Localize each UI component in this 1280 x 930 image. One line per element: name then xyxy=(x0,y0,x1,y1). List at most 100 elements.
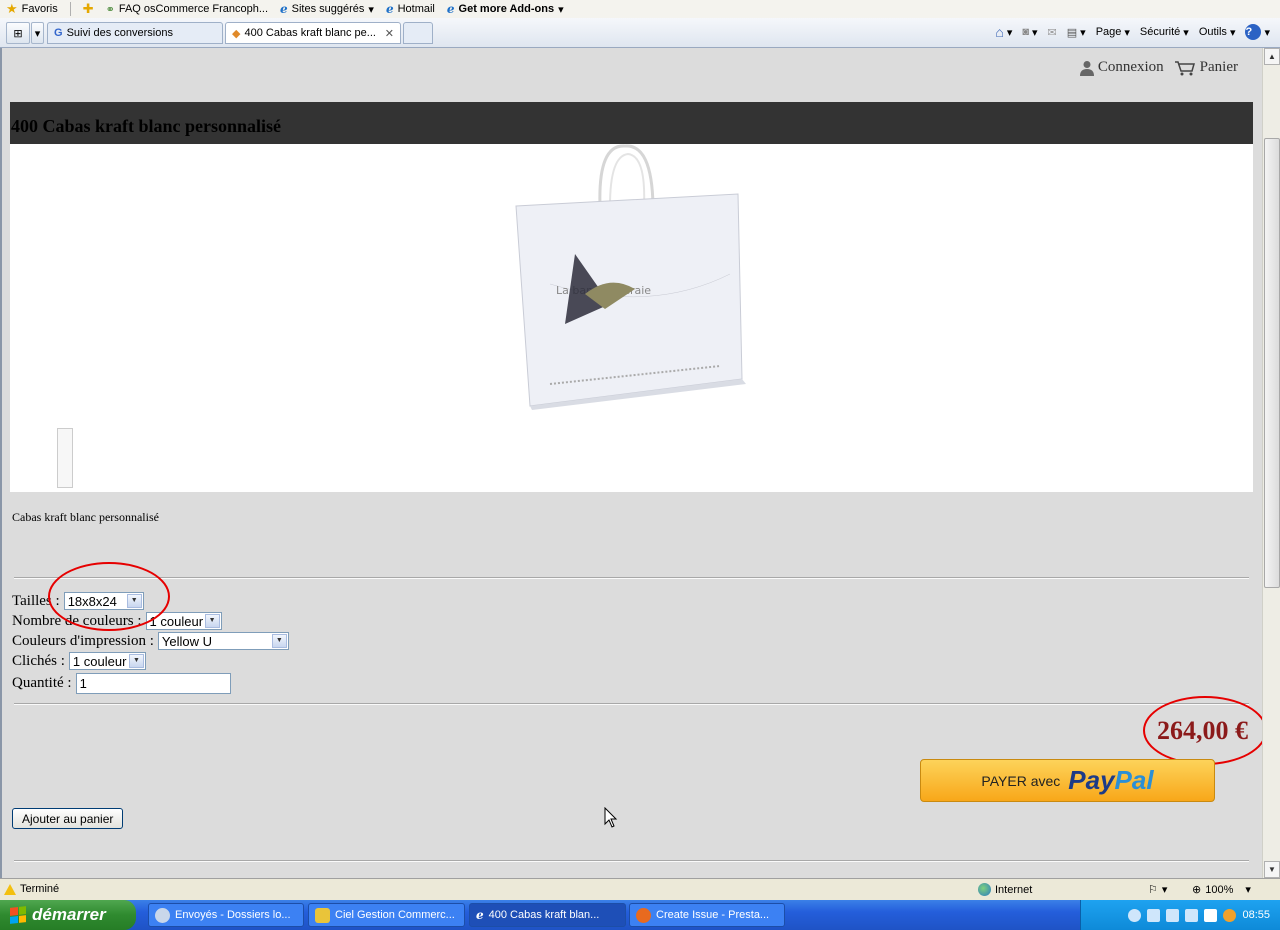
home-button[interactable]: ⌂ ▾ xyxy=(995,24,1012,40)
favorite-get-more-addons[interactable]: e Get more Add-ons ▾ xyxy=(447,2,564,16)
tab-list-button[interactable]: ▾ xyxy=(31,22,44,44)
product-image-area: La bambouseraie xyxy=(10,144,1253,492)
tray-update-icon[interactable] xyxy=(1223,908,1237,922)
rss-icon: ◙ xyxy=(1022,26,1029,38)
favoris-button[interactable]: ★ Favoris xyxy=(6,1,58,17)
tab-bar: ⊞ ▾ G Suivi des conversions ◆ 400 Cabas … xyxy=(0,18,1280,48)
tab-label: 400 Cabas kraft blanc pe... xyxy=(244,27,376,39)
ie-icon: e xyxy=(385,2,394,16)
task-ciel-gestion[interactable]: Ciel Gestion Commerc... xyxy=(308,903,465,927)
task-label: 400 Cabas kraft blan... xyxy=(488,909,600,921)
cart-icon xyxy=(1174,60,1195,75)
favorite-faq-oscommerce[interactable]: ⚭ FAQ osCommerce Francoph... xyxy=(106,3,268,16)
scroll-up-button[interactable]: ▲ xyxy=(1264,48,1280,65)
quantite-input[interactable]: 1 xyxy=(75,672,231,694)
favorite-sites-suggeres[interactable]: e Sites suggérés ▾ xyxy=(280,2,374,16)
mail-button[interactable]: ✉ xyxy=(1048,26,1057,39)
product-description: Cabas kraft blanc personnalisé xyxy=(12,510,159,524)
task-label: Ciel Gestion Commerc... xyxy=(335,909,455,921)
top-links: Connexion Panier xyxy=(1079,59,1238,76)
feeds-button[interactable]: ◙ ▾ xyxy=(1022,26,1037,39)
tab-cabas-kraft[interactable]: ◆ 400 Cabas kraft blanc pe... ✕ xyxy=(225,22,401,44)
favorite-label: FAQ osCommerce Francoph... xyxy=(118,3,269,15)
command-bar: ⌂ ▾ ◙ ▾ ✉ ▤ ▾ Page ▾ Sécurité ▾ Outils ▾… xyxy=(995,24,1270,40)
chevron-down-icon: ▼ xyxy=(128,654,144,668)
securite-menu[interactable]: Sécurité ▾ xyxy=(1140,26,1189,39)
chevron-down-icon: ▾ xyxy=(368,3,374,16)
paypal-logo: PayPal xyxy=(1068,765,1153,796)
close-tab-icon[interactable]: ✕ xyxy=(385,27,394,40)
scrollbar-thumb[interactable] xyxy=(1264,138,1280,588)
couleurs-impression-value: Yellow U xyxy=(161,633,212,649)
outils-menu-label: Outils xyxy=(1198,26,1227,38)
product-image[interactable]: La bambouseraie xyxy=(510,144,750,414)
page-menu-label: Page xyxy=(1095,26,1122,38)
page-menu[interactable]: Page ▾ xyxy=(1096,26,1130,39)
add-to-cart-button[interactable]: Ajouter au panier xyxy=(12,808,124,829)
clock[interactable]: 08:55 xyxy=(1242,909,1270,921)
taskbar: démarrer Envoyés - Dossiers lo... Ciel G… xyxy=(0,900,1280,930)
paypal-prefix: PAYER avec xyxy=(981,772,1061,789)
ciel-app-icon xyxy=(315,907,330,923)
couleurs-impression-select[interactable]: Yellow U ▼ xyxy=(157,632,289,650)
status-text: Terminé xyxy=(4,883,59,895)
shield-icon: ⚐ xyxy=(1148,884,1158,896)
star-icon: ★ xyxy=(6,1,18,16)
print-button[interactable]: ▤ ▾ xyxy=(1067,26,1086,39)
paypal-button[interactable]: PAYER avec PayPal xyxy=(920,759,1215,802)
tray-expand-icon[interactable] xyxy=(1128,908,1142,922)
favorites-bar: ★ Favoris ✚ ⚭ FAQ osCommerce Francoph...… xyxy=(0,0,1280,18)
tray-m-icon[interactable] xyxy=(1204,908,1218,922)
new-tab-button[interactable] xyxy=(403,22,433,44)
cliches-select[interactable]: 1 couleur ▼ xyxy=(68,652,146,670)
quick-tabs-button[interactable]: ⊞ xyxy=(6,22,30,44)
help-icon: ? xyxy=(1245,24,1262,40)
add-favorite-icon: ✚ xyxy=(82,1,94,16)
security-zone[interactable]: Internet xyxy=(978,883,1032,896)
start-button[interactable]: démarrer xyxy=(0,900,136,930)
favorite-label: Hotmail xyxy=(397,3,435,15)
panier-link[interactable]: Panier xyxy=(1174,59,1238,76)
home-icon: ⌂ xyxy=(995,24,1004,40)
task-envoyes[interactable]: Envoyés - Dossiers lo... xyxy=(148,903,304,927)
task-create-issue[interactable]: Create Issue - Presta... xyxy=(629,903,785,927)
securite-menu-label: Sécurité xyxy=(1139,26,1181,38)
firefox-icon xyxy=(636,907,651,923)
option-couleurs-impression: Couleurs d'impression : Yellow U ▼ xyxy=(12,631,289,651)
chevron-down-icon: ▼ xyxy=(271,634,287,648)
ie-icon: e xyxy=(476,908,484,922)
ie-icon: e xyxy=(280,2,288,16)
chevron-down-icon: ▾ xyxy=(558,3,564,16)
product-title: 400 Cabas kraft blanc personnalisé xyxy=(11,116,282,136)
product-thumbnail[interactable] xyxy=(57,428,73,488)
favorite-label: Get more Add-ons xyxy=(458,3,555,15)
outils-menu[interactable]: Outils ▾ xyxy=(1199,26,1236,39)
mail-app-icon xyxy=(155,907,170,923)
option-cliches: Clichés : 1 couleur ▼ xyxy=(12,651,289,671)
divider xyxy=(14,703,1249,705)
annotation-circle xyxy=(1143,696,1267,765)
add-favorite-button[interactable]: ✚ xyxy=(83,1,94,17)
tray-app-icon[interactable] xyxy=(1185,908,1199,922)
tray-monitor-icon[interactable] xyxy=(1166,908,1180,922)
favorite-hotmail[interactable]: e Hotmail xyxy=(386,2,435,16)
chevron-down-icon: ▾ xyxy=(1245,884,1251,896)
user-icon xyxy=(1079,60,1094,76)
status-bar: Terminé Internet ⚐ ▾ ⊕ 100% ▾ xyxy=(0,878,1280,900)
ie-icon: e xyxy=(446,2,455,16)
scroll-down-button[interactable]: ▼ xyxy=(1264,861,1280,878)
protected-mode-button[interactable]: ⚐ ▾ xyxy=(1148,883,1167,896)
favorite-label: Sites suggérés xyxy=(291,3,365,15)
couleurs-impression-label: Couleurs d'impression : xyxy=(12,632,154,649)
printer-icon: ▤ xyxy=(1066,26,1078,39)
help-button[interactable]: ? ▾ xyxy=(1245,24,1270,40)
status-label: Terminé xyxy=(20,883,60,895)
connexion-link[interactable]: Connexion xyxy=(1079,59,1164,76)
vertical-scrollbar[interactable]: ▲ ▼ xyxy=(1262,48,1280,878)
zoom-button[interactable]: ⊕ 100% ▾ xyxy=(1192,883,1251,897)
task-cabas-kraft[interactable]: e 400 Cabas kraft blan... xyxy=(469,903,626,927)
link-icon: ⚭ xyxy=(105,3,115,16)
task-label: Create Issue - Presta... xyxy=(656,909,770,921)
tab-suivi-conversions[interactable]: G Suivi des conversions xyxy=(47,22,223,44)
tray-network-icon[interactable] xyxy=(1147,908,1161,922)
